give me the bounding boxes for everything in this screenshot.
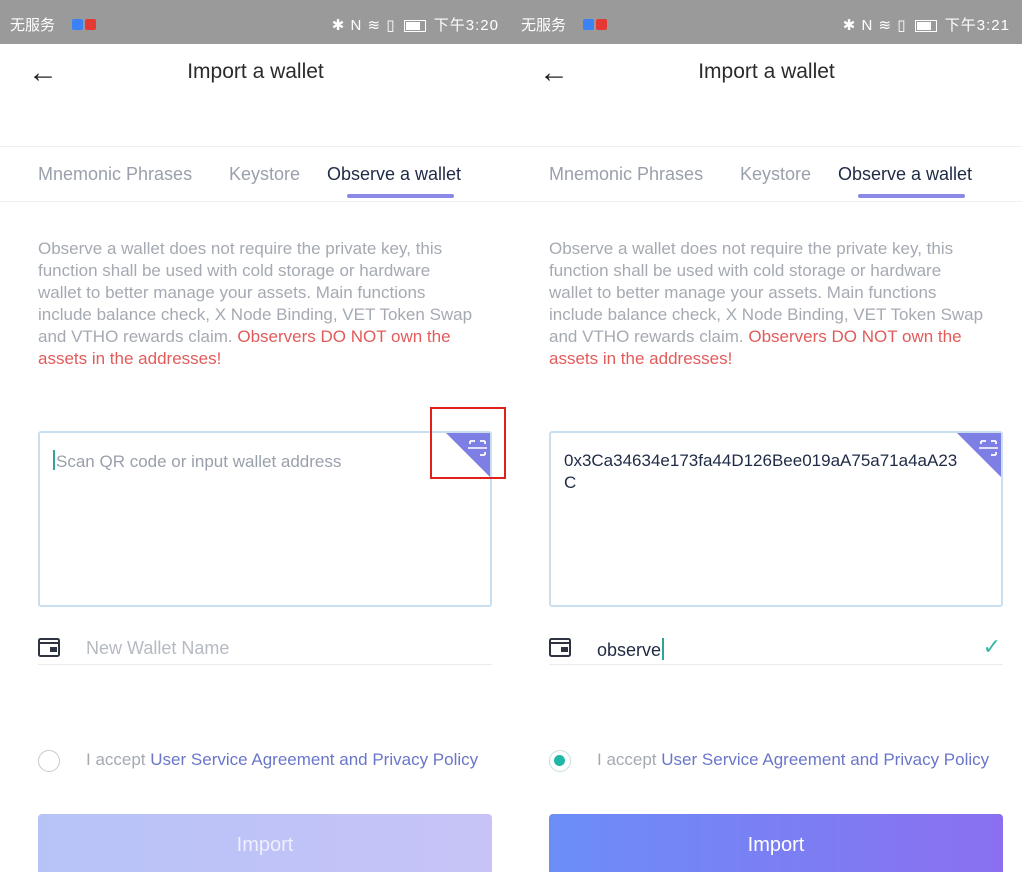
wallet-address-input[interactable]: 0x3Ca34634e173fa44D126Bee019aA75a71a4aA2… [549,431,1003,607]
app-badge-icon [596,18,607,30]
user-agreement-link[interactable]: User Service Agreement and Privacy Polic… [150,750,478,769]
active-tab-indicator [858,194,965,198]
divider [511,201,1022,202]
status-bar: 无服务 ✱ N ≋ ▯ 下午3:21 [511,0,1022,44]
notification-badges [583,15,609,32]
screen-after: 无服务 ✱ N ≋ ▯ 下午3:21 ← Import a wallet Mne… [511,0,1022,872]
carrier-label: 无服务 [10,17,56,34]
wallet-icon [38,638,60,657]
tab-keystore[interactable]: Keystore [740,164,811,185]
tab-mnemonic-phrases[interactable]: Mnemonic Phrases [549,164,703,185]
scan-qr-icon[interactable] [957,433,1001,477]
system-icons: ✱ N ≋ ▯ 下午3:21 [843,14,1010,35]
system-icons: ✱ N ≋ ▯ 下午3:20 [332,14,499,35]
app-header: ← Import a wallet [0,48,511,98]
agreement-text: I accept User Service Agreement and Priv… [86,748,496,772]
observe-description: Observe a wallet does not require the pr… [549,238,989,370]
scan-qr-icon[interactable] [446,433,490,477]
observe-description: Observe a wallet does not require the pr… [38,238,478,370]
system-status-icons: ✱ N ≋ ▯ [842,17,907,34]
screen-before: 无服务 ✱ N ≋ ▯ 下午3:20 ← Import a wallet Mne… [0,0,511,872]
tab-observe-wallet[interactable]: Observe a wallet [327,164,461,185]
agreement-row: I accept User Service Agreement and Priv… [549,748,1009,798]
agreement-row: I accept User Service Agreement and Priv… [38,748,498,798]
status-bar: 无服务 ✱ N ≋ ▯ 下午3:20 [0,0,511,44]
agreement-prefix: I accept [86,750,146,769]
agreement-text: I accept User Service Agreement and Priv… [597,748,1007,772]
import-button[interactable]: Import [549,814,1003,872]
agreement-prefix: I accept [597,750,657,769]
address-value: 0x3Ca34634e173fa44D126Bee019aA75a71a4aA2… [564,451,958,492]
app-badge-icon [72,18,83,30]
text-cursor [53,450,55,470]
import-method-tabs: Mnemonic Phrases Keystore Observe a wall… [0,160,511,200]
text-cursor [662,638,665,660]
active-tab-indicator [347,194,454,198]
wallet-name-field[interactable]: observe ✓ [549,632,1003,665]
page-title: Import a wallet [698,60,835,83]
notification-badges [72,15,98,32]
app-badge-icon [583,18,594,30]
import-button[interactable]: Import [38,814,492,872]
agreement-radio[interactable] [38,750,60,772]
divider [0,201,511,202]
address-placeholder: Scan QR code or input wallet address [53,450,453,473]
user-agreement-link[interactable]: User Service Agreement and Privacy Polic… [661,750,989,769]
carrier-label: 无服务 [521,17,567,34]
app-header: ← Import a wallet [511,48,1022,98]
tab-keystore[interactable]: Keystore [229,164,300,185]
system-status-icons: ✱ N ≋ ▯ [331,17,396,34]
clock: 下午3:21 [944,17,1010,34]
app-badge-icon [85,18,96,30]
wallet-name-placeholder: New Wallet Name [86,638,230,658]
clock: 下午3:20 [433,17,499,34]
wallet-name-field[interactable]: New Wallet Name [38,632,492,665]
wallet-address-input[interactable]: Scan QR code or input wallet address [38,431,492,607]
placeholder-text: Scan QR code or input wallet address [56,452,342,471]
divider [511,146,1022,147]
battery-icon [914,20,937,33]
tab-observe-wallet[interactable]: Observe a wallet [838,164,972,185]
wallet-name-text: observe [597,640,662,660]
wallet-icon [549,638,571,657]
import-method-tabs: Mnemonic Phrases Keystore Observe a wall… [511,160,1022,200]
page-title: Import a wallet [187,60,324,83]
battery-icon [403,20,426,33]
wallet-name-value: observe [597,638,665,661]
tab-mnemonic-phrases[interactable]: Mnemonic Phrases [38,164,192,185]
divider [0,146,511,147]
agreement-radio[interactable] [549,750,571,772]
check-icon: ✓ [982,634,1001,659]
